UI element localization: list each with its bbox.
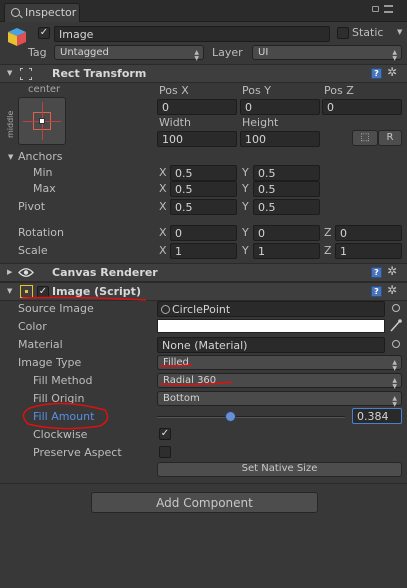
annotation-underline-radial bbox=[159, 381, 233, 386]
annotation-overlay bbox=[21, 296, 233, 430]
annotation-underline-title bbox=[21, 296, 147, 301]
annotation-circle-fill-amount bbox=[22, 402, 109, 430]
annotation-underline-filled bbox=[159, 364, 193, 367]
